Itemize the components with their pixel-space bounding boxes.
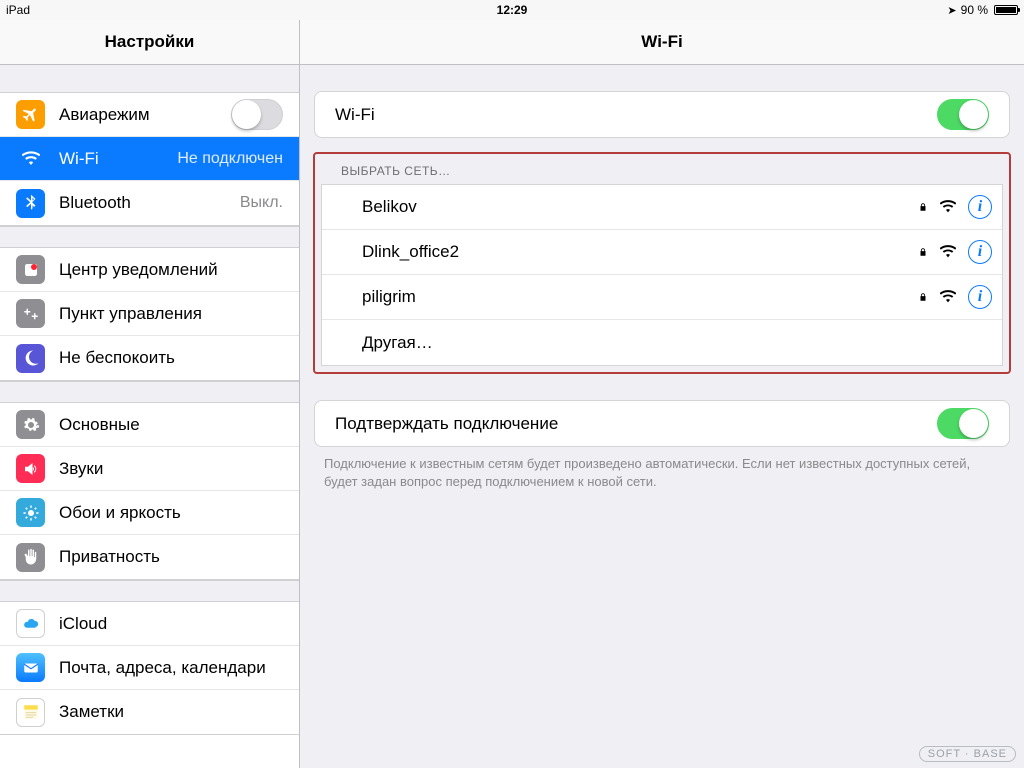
wifi-toggle-row[interactable]: Wi-Fi (315, 92, 1009, 137)
group-separator (0, 381, 299, 403)
sidebar-item-label: Wi-Fi (59, 149, 99, 169)
lock-icon (918, 200, 928, 214)
sidebar-item-label: iCloud (59, 614, 107, 634)
choose-network-header: ВЫБРАТЬ СЕТЬ… (321, 154, 1003, 184)
clock: 12:29 (497, 3, 528, 17)
battery-percent: 90 % (961, 3, 988, 17)
ask-to-join-group: Подтверждать подключение (314, 400, 1010, 447)
settings-title: Настройки (0, 20, 300, 64)
speaker-icon (16, 454, 45, 483)
sidebar-item-label: Заметки (59, 702, 124, 722)
sidebar-item-sounds[interactable]: Звуки (0, 447, 299, 491)
wifi-signal-icon (940, 245, 956, 259)
location-icon: ➤ (947, 4, 956, 17)
sidebar-item-status: Не подключен (177, 150, 283, 168)
sidebar-item-wallpaper[interactable]: Обои и яркость (0, 491, 299, 535)
airplane-toggle[interactable] (231, 99, 283, 130)
sidebar-item-label: Пункт управления (59, 304, 202, 324)
network-row[interactable]: Dlink_office2 i (322, 230, 1002, 275)
cloud-icon (16, 609, 45, 638)
network-name: Dlink_office2 (362, 242, 918, 262)
sidebar-item-mail[interactable]: Почта, адреса, календари (0, 646, 299, 690)
sidebar-item-label: Звуки (59, 459, 103, 479)
group-separator (0, 580, 299, 602)
ask-to-join-footer: Подключение к известным сетям будет прои… (310, 447, 1014, 491)
info-button[interactable]: i (968, 285, 992, 309)
ask-to-join-label: Подтверждать подключение (335, 414, 937, 434)
battery-icon (994, 5, 1018, 15)
sidebar-item-label: Центр уведомлений (59, 260, 218, 280)
network-name: Belikov (362, 197, 918, 217)
network-list-highlight: ВЫБРАТЬ СЕТЬ… Belikov i Dlink_office2 (313, 152, 1011, 374)
group-separator (0, 226, 299, 248)
sidebar-item-label: Авиарежим (59, 105, 150, 125)
sidebar-item-dnd[interactable]: Не беспокоить (0, 336, 299, 380)
sidebar-item-label: Почта, адреса, календари (59, 658, 266, 678)
sidebar-item-wifi[interactable]: Wi-Fi Не подключен (0, 137, 299, 181)
network-name: piligrim (362, 287, 918, 307)
wallpaper-icon (16, 498, 45, 527)
network-row[interactable]: piligrim i (322, 275, 1002, 320)
control-center-icon (16, 299, 45, 328)
other-network-row[interactable]: Другая… (322, 320, 1002, 365)
network-row[interactable]: Belikov i (322, 185, 1002, 230)
lock-icon (918, 245, 928, 259)
device-label: iPad (6, 3, 30, 17)
airplane-icon (16, 100, 45, 129)
ask-to-join-toggle[interactable] (937, 408, 989, 439)
wifi-signal-icon (940, 200, 956, 214)
status-bar: iPad 12:29 ➤ 90 % (0, 0, 1024, 20)
moon-icon (16, 344, 45, 373)
wifi-detail-pane: Wi-Fi ВЫБРАТЬ СЕТЬ… Belikov i Dlink_offi… (300, 65, 1024, 768)
group-separator (0, 65, 299, 93)
ask-to-join-row[interactable]: Подтверждать подключение (315, 401, 1009, 446)
info-button[interactable]: i (968, 240, 992, 264)
lock-icon (918, 290, 928, 304)
sidebar-item-bluetooth[interactable]: Bluetooth Выкл. (0, 181, 299, 225)
sidebar-item-control-center[interactable]: Пункт управления (0, 292, 299, 336)
mail-icon (16, 653, 45, 682)
sidebar-item-icloud[interactable]: iCloud (0, 602, 299, 646)
sidebar-item-label: Обои и яркость (59, 503, 181, 523)
settings-sidebar[interactable]: Авиарежим Wi-Fi Не подключен Bluetooth В… (0, 65, 300, 768)
wifi-toggle[interactable] (937, 99, 989, 130)
sidebar-item-label: Bluetooth (59, 193, 131, 213)
bluetooth-icon (16, 189, 45, 218)
sidebar-item-airplane[interactable]: Авиарежим (0, 93, 299, 137)
hand-icon (16, 543, 45, 572)
network-list: Belikov i Dlink_office2 i (321, 184, 1003, 366)
sidebar-item-label: Не беспокоить (59, 348, 175, 368)
sidebar-item-notes[interactable]: Заметки (0, 690, 299, 734)
notifications-icon (16, 255, 45, 284)
gear-icon (16, 410, 45, 439)
other-network-label: Другая… (362, 333, 992, 353)
sidebar-item-general[interactable]: Основные (0, 403, 299, 447)
notes-icon (16, 698, 45, 727)
wifi-icon (16, 144, 45, 173)
info-button[interactable]: i (968, 195, 992, 219)
sidebar-item-label: Приватность (59, 547, 160, 567)
detail-title: Wi-Fi (300, 20, 1024, 64)
wifi-toggle-label: Wi-Fi (335, 105, 937, 125)
header-bar: Настройки Wi-Fi (0, 20, 1024, 65)
sidebar-item-notifications[interactable]: Центр уведомлений (0, 248, 299, 292)
sidebar-item-privacy[interactable]: Приватность (0, 535, 299, 579)
sidebar-item-label: Основные (59, 415, 140, 435)
wifi-signal-icon (940, 290, 956, 304)
wifi-toggle-group: Wi-Fi (314, 91, 1010, 138)
watermark: SOFT · BASE (919, 746, 1016, 762)
sidebar-item-status: Выкл. (240, 194, 283, 212)
